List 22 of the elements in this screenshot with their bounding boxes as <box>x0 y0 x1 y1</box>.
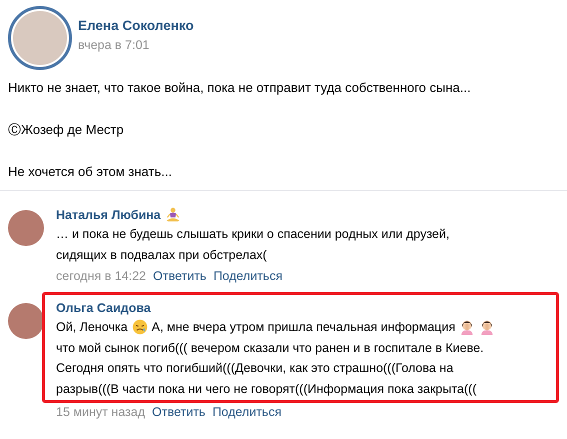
comment-action-link[interactable]: Ответить <box>152 405 206 419</box>
comment-text: Ой, Леночка <box>56 320 128 334</box>
comment-text: разрыв(((В части пока ни чего не говорят(((Информация пока закрыта((( <box>56 382 477 396</box>
comment-text: … и пока не будешь слышать крики о спасении родных или друзей, <box>56 227 450 242</box>
comment-text: А, мне вчера утром пришла печальная информация <box>152 320 456 334</box>
commenter-name-link[interactable]: Ольга Саидова <box>56 301 151 315</box>
person-icon <box>479 319 496 336</box>
comment-text: что мой сынок погиб((( вечером сказали что ранен и в госпитале в Киеве. <box>56 340 484 355</box>
comment-text: сидящих в подвалах при обстрелах( <box>56 248 267 262</box>
comment-action-link[interactable]: Ответить <box>153 268 206 282</box>
sad-face-icon <box>132 319 148 336</box>
post-text: ⒸЖозеф де Местр <box>8 121 125 138</box>
comment-text: Сегодня опять что погибший(((Девочки, как это страшно(((Голова на <box>56 361 454 376</box>
avatar[interactable] <box>8 303 44 339</box>
post-text: Никто не знает, что такое война, пока не отправит туда собственного сына... <box>8 79 472 96</box>
post-text: Не хочется об этом знать... <box>8 163 173 180</box>
commenter-name-link[interactable]: Наталья Любина <box>56 208 161 222</box>
comment-action-link[interactable]: Поделиться <box>213 268 282 282</box>
avatar[interactable] <box>8 210 44 246</box>
comment-action-link[interactable]: Поделиться <box>212 405 282 419</box>
author-name-link[interactable]: Елена Соколенко <box>78 18 194 33</box>
person-icon <box>459 319 476 336</box>
